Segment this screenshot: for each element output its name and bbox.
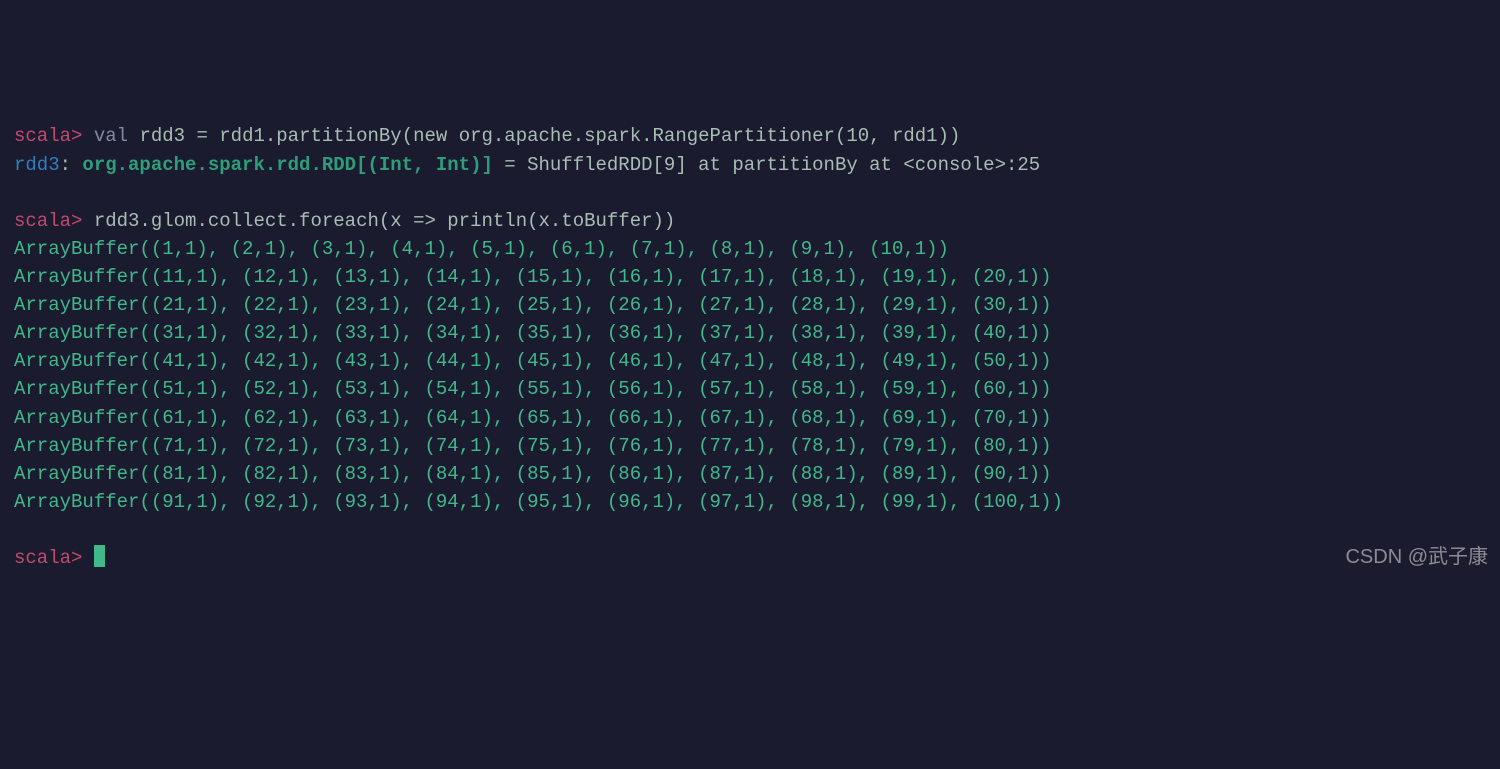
prompt-label: scala> [14,210,82,232]
repl-line-1: scala> val rdd3 = rdd1.partitionBy(new o… [14,125,960,147]
keyword-val: val [94,125,128,147]
cmd1-rest: rdd3 = rdd1.partitionBy(new org.apache.s… [128,125,960,147]
repl-result-1: rdd3: org.apache.spark.rdd.RDD[(Int, Int… [14,154,1040,176]
prompt-label: scala> [14,125,82,147]
output-line: ArrayBuffer((91,1), (92,1), (93,1), (94,… [14,491,1063,513]
output-line: ArrayBuffer((61,1), (62,1), (63,1), (64,… [14,407,1052,429]
watermark-text: CSDN @武子康 [1345,543,1488,573]
result-type: org.apache.spark.rdd.RDD[(Int, Int)] [82,154,492,176]
cmd2-text: rdd3.glom.collect.foreach(x => println(x… [82,210,675,232]
prompt-label: scala> [14,547,82,569]
cursor-icon [94,545,105,567]
output-line: ArrayBuffer((51,1), (52,1), (53,1), (54,… [14,378,1052,400]
repl-line-3: scala> [14,547,105,569]
result-rest: = ShuffledRDD[9] at partitionBy at <cons… [493,154,1040,176]
result-var: rdd3 [14,154,60,176]
output-line: ArrayBuffer((11,1), (12,1), (13,1), (14,… [14,266,1052,288]
repl-line-2: scala> rdd3.glom.collect.foreach(x => pr… [14,210,675,232]
result-colon: : [60,154,83,176]
output-line: ArrayBuffer((1,1), (2,1), (3,1), (4,1), … [14,238,949,260]
output-line: ArrayBuffer((21,1), (22,1), (23,1), (24,… [14,294,1052,316]
output-line: ArrayBuffer((41,1), (42,1), (43,1), (44,… [14,350,1052,372]
output-line: ArrayBuffer((71,1), (72,1), (73,1), (74,… [14,435,1052,457]
terminal-area[interactable]: scala> val rdd3 = rdd1.partitionBy(new o… [14,122,1486,572]
output-line: ArrayBuffer((81,1), (82,1), (83,1), (84,… [14,463,1052,485]
output-line: ArrayBuffer((31,1), (32,1), (33,1), (34,… [14,322,1052,344]
